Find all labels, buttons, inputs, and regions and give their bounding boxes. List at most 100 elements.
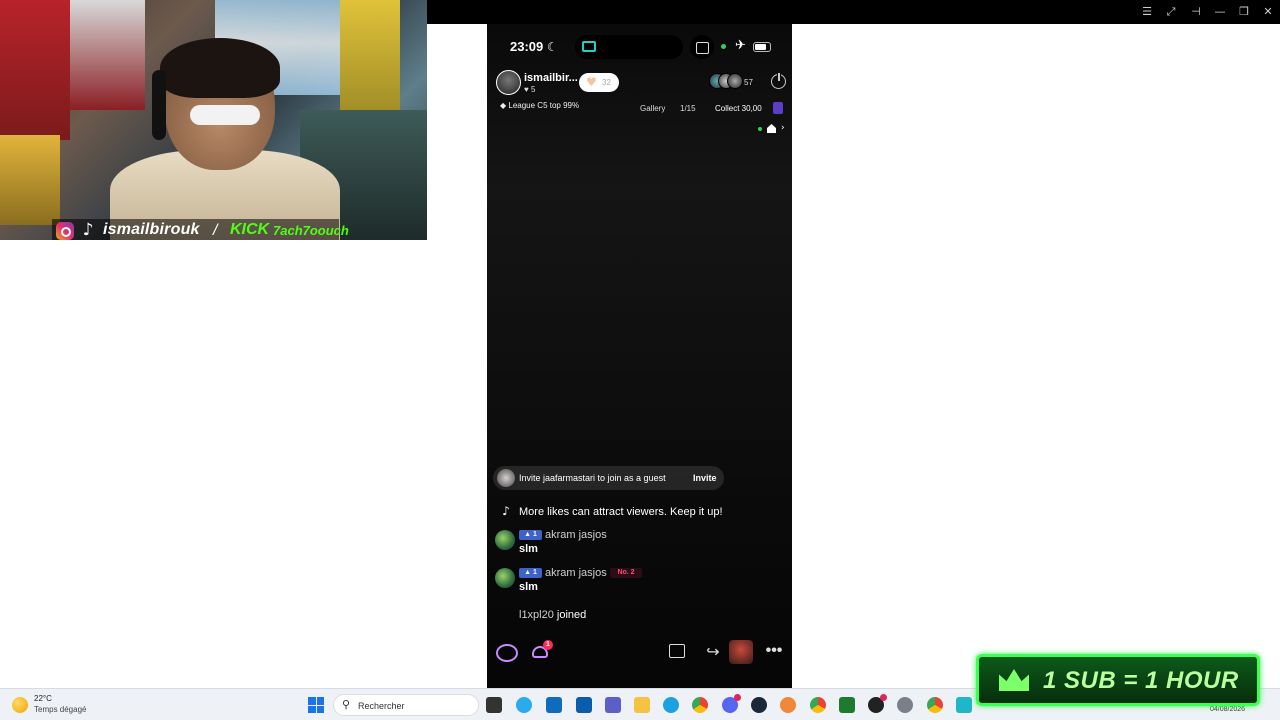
gallery-label[interactable]: Gallery (640, 103, 665, 114)
collect-icon[interactable] (773, 102, 783, 114)
screen: ☰ ⤢ ⊣ — ❐ ✕ ♪ ismailbirouk / KICK 7ach7o… (0, 0, 1280, 720)
level-badge: ▲ 1 (519, 530, 542, 540)
chrome-icon[interactable] (692, 697, 708, 713)
app-icon[interactable] (780, 697, 796, 713)
teams-icon[interactable] (605, 697, 621, 713)
sub-promo-banner: 1 SUB = 1 HOUR (976, 654, 1260, 706)
taskbar-date[interactable]: 04/08/2026 (1210, 705, 1245, 715)
settings-icon[interactable] (897, 697, 913, 713)
close-icon[interactable]: ✕ (1261, 5, 1275, 19)
league-rank[interactable]: ◆ League C5 top 99% (500, 100, 579, 111)
steam-icon[interactable] (751, 697, 767, 713)
gift-button[interactable] (729, 640, 753, 664)
headset (152, 70, 166, 140)
heart-icon: ♥ (586, 75, 597, 89)
store-icon[interactable] (546, 697, 562, 713)
expand-icon[interactable]: ⤢ (1164, 5, 1178, 19)
phone-live-screen: 23:09 ☾ ✈ ismailbir... ♥ 5 ♥ 32 57 ◆ Lea… (487, 24, 792, 688)
pin-icon[interactable]: ⊣ (1189, 5, 1203, 19)
search-icon: ⚲ (342, 698, 351, 711)
kick-logo: KICK (230, 221, 270, 238)
background-jersey (0, 135, 60, 225)
chat-avatar (495, 530, 515, 550)
viewer-count: 57 (744, 78, 753, 87)
joined-verb: joined (556, 609, 587, 621)
social-handle: ismailbirouk (103, 221, 200, 238)
streamer-hair (160, 38, 280, 98)
file-explorer-icon[interactable] (634, 697, 650, 713)
discord-icon[interactable] (722, 694, 741, 713)
guests-badge: 1 (543, 640, 553, 650)
mirroring-app-icon[interactable] (956, 697, 972, 713)
background-jersey (340, 0, 400, 120)
screen-cast-icon (582, 41, 596, 52)
temperature[interactable]: 22°C (34, 694, 52, 704)
taskbar-search[interactable]: ⚲ Rechercher (333, 694, 479, 716)
handle-separator: / (213, 222, 218, 239)
chat-message[interactable]: ▲ 1 akram jasjos No. 2 slm (495, 566, 775, 596)
edge-icon[interactable] (663, 697, 679, 713)
film-icon[interactable] (669, 644, 685, 658)
level-badge: ▲ 1 (519, 568, 542, 578)
chat-username: akram jasjos (545, 567, 607, 579)
sub-promo-text: 1 SUB = 1 HOUR (1043, 667, 1239, 694)
like-counter-pill[interactable]: ♥ 32 (579, 73, 619, 92)
chat-avatar (495, 568, 515, 588)
weather-icon[interactable] (12, 697, 28, 713)
crown-icon (999, 669, 1029, 691)
outlook-icon[interactable] (576, 697, 592, 713)
mini-status-row: › (758, 122, 788, 134)
background-jersey (70, 0, 145, 110)
guest-avatar (497, 469, 515, 487)
status-time: 23:09 (510, 39, 544, 54)
weather-description[interactable]: Temps dégagé (34, 705, 86, 715)
task-view-icon[interactable] (486, 697, 502, 713)
instagram-icon (56, 222, 74, 240)
chrome-profile-icon[interactable] (810, 697, 826, 713)
power-icon[interactable] (771, 72, 786, 89)
rank-badge: No. 2 (610, 568, 642, 578)
dynamic-island (575, 35, 683, 59)
more-icon[interactable]: ••• (762, 640, 786, 664)
chat-text: slm (519, 543, 538, 555)
moon-icon: ☾ (547, 40, 558, 54)
chat-username: akram jasjos (545, 529, 607, 541)
guests-button[interactable]: 1 (529, 640, 553, 664)
search-placeholder: Rechercher (358, 701, 405, 711)
terminal-icon[interactable] (839, 697, 855, 713)
joined-user: l1xpl20 (519, 609, 554, 621)
invite-button[interactable]: Invite (693, 472, 717, 484)
like-count: 32 (602, 78, 611, 87)
league-label: League C5 top 99% (508, 101, 580, 110)
battery-icon (753, 42, 771, 52)
host-name[interactable]: ismailbir... (524, 72, 578, 85)
chat-message[interactable]: ▲ 1 akram jasjos slm (495, 528, 775, 558)
window-title-bar: ☰ ⤢ ⊣ — ❐ ✕ (426, 0, 1280, 24)
collect-label[interactable]: Collect 30,00 (715, 103, 762, 114)
share-icon[interactable]: ↪ (701, 640, 725, 664)
chevron-right-icon[interactable]: › (781, 122, 785, 134)
live-dot (758, 127, 762, 131)
host-avatar[interactable] (496, 70, 521, 95)
system-message-text: More likes can attract viewers. Keep it … (519, 506, 723, 518)
viewer-avatar (727, 73, 743, 89)
restore-icon[interactable]: ❐ (1237, 5, 1251, 19)
system-message: ♪ More likes can attract viewers. Keep i… (499, 504, 784, 520)
telegram-icon[interactable] (516, 697, 532, 713)
background-jersey (0, 0, 70, 140)
viewer-avatars[interactable] (709, 73, 743, 91)
chrome-profile-icon[interactable] (927, 697, 943, 713)
home-icon[interactable] (767, 124, 776, 133)
start-button[interactable] (308, 697, 324, 713)
list-icon[interactable]: ☰ (1140, 5, 1154, 19)
kick-username: 7ach7oouch (273, 223, 349, 238)
sunglasses (190, 105, 260, 125)
tiktok-icon: ♪ (502, 504, 510, 518)
guest-invite-bar: Invite jaafarmastari to join as a guest … (493, 466, 724, 490)
minimize-icon[interactable]: — (1213, 5, 1227, 19)
link-icon[interactable] (496, 644, 518, 662)
host-likes: ♥ 5 (524, 85, 536, 94)
chat-text: slm (519, 581, 538, 593)
obs-icon[interactable] (868, 694, 887, 713)
camera-indicator-dot (721, 44, 726, 49)
